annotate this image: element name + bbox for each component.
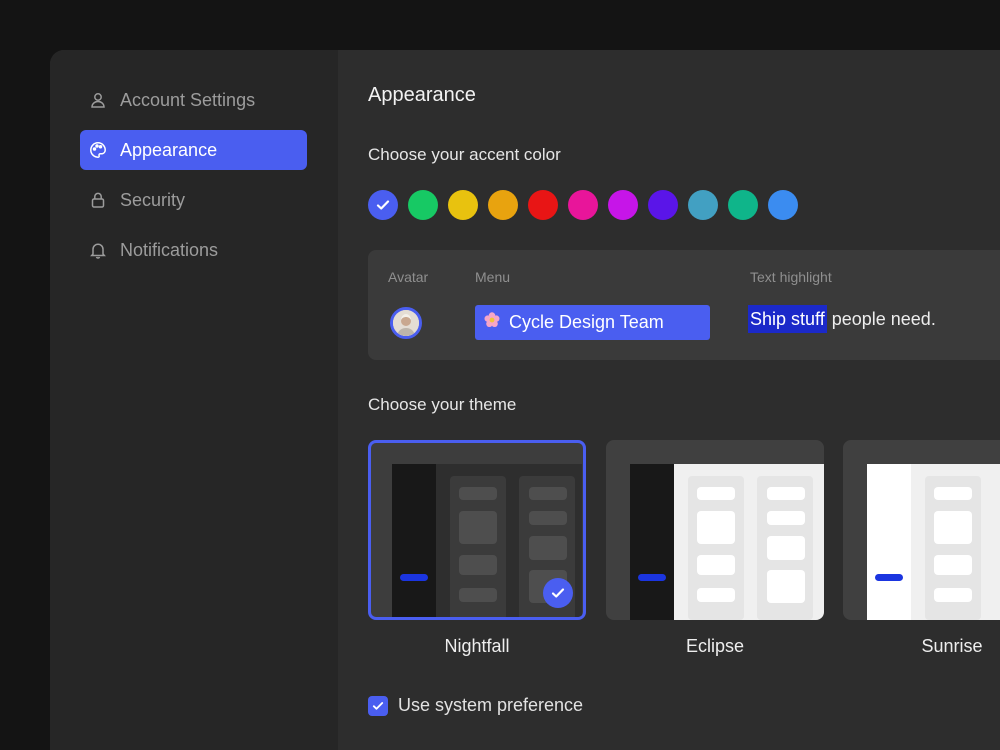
accent-swatch[interactable]: [768, 190, 798, 220]
sidebar-item-label: Notifications: [120, 239, 219, 260]
settings-window: Account Settings Appearance Security Not…: [50, 50, 1000, 750]
sidebar-item-label: Account Settings: [120, 89, 256, 110]
theme-label-eclipse: Eclipse: [685, 636, 745, 656]
user-icon: [88, 90, 108, 110]
system-preference-label: Use system preference: [398, 695, 584, 715]
sunrise-preview: [867, 464, 1000, 620]
accent-swatch[interactable]: [608, 190, 638, 220]
checkbox[interactable]: [368, 695, 388, 716]
sidebar-item-label: Appearance: [120, 139, 218, 160]
highlighted-text: Ship stuff: [748, 305, 827, 333]
menu-item-preview[interactable]: Cycle Design Team: [475, 305, 710, 340]
theme-card-eclipse[interactable]: [606, 440, 824, 620]
highlight-sample: Ship stuff people need.: [748, 305, 936, 333]
system-preference-toggle[interactable]: Use system preference: [368, 695, 583, 716]
main-panel: Appearance Choose your accent color Avat…: [338, 50, 1000, 750]
sidebar-item-label: Security: [120, 189, 186, 210]
page-title: Appearance: [368, 84, 476, 106]
theme-card-nightfall[interactable]: [368, 440, 586, 620]
accent-heading: Choose your accent color: [368, 145, 561, 164]
sidebar-item-account-settings[interactable]: Account Settings: [80, 80, 307, 120]
sidebar: Account Settings Appearance Security Not…: [50, 50, 338, 750]
sidebar-item-appearance[interactable]: Appearance: [80, 130, 307, 170]
highlight-rest-text: people need.: [826, 309, 936, 329]
eclipse-preview: [630, 464, 824, 620]
bell-icon: [88, 240, 108, 260]
avatar-label: Avatar: [388, 269, 429, 285]
accent-swatch[interactable]: [648, 190, 678, 220]
accent-swatch[interactable]: [488, 190, 518, 220]
avatar: [390, 307, 422, 339]
theme-heading: Choose your theme: [368, 395, 517, 414]
accent-swatch[interactable]: [448, 190, 478, 220]
menu-item-label: Cycle Design Team: [509, 312, 664, 332]
accent-swatch[interactable]: [568, 190, 598, 220]
highlight-label: Text highlight: [750, 269, 832, 285]
accent-preview: Avatar Menu Text highlight Cycle Design …: [368, 250, 1000, 360]
menu-label: Menu: [475, 269, 511, 285]
accent-swatch[interactable]: [368, 190, 398, 220]
lock-icon: [88, 190, 108, 210]
theme-card-sunrise[interactable]: [843, 440, 1000, 620]
accent-swatch[interactable]: [728, 190, 758, 220]
check-icon: [376, 200, 390, 210]
theme-label-nightfall: Nightfall: [444, 636, 510, 656]
accent-swatch[interactable]: [528, 190, 558, 220]
palette-icon: [88, 140, 108, 160]
selected-check-icon: [543, 578, 573, 608]
accent-color-picker: [368, 190, 808, 220]
theme-label-sunrise: Sunrise: [921, 636, 983, 656]
accent-swatch[interactable]: [408, 190, 438, 220]
sidebar-item-notifications[interactable]: Notifications: [80, 230, 307, 270]
accent-swatch[interactable]: [688, 190, 718, 220]
flower-icon: [483, 311, 501, 334]
sidebar-item-security[interactable]: Security: [80, 180, 307, 220]
